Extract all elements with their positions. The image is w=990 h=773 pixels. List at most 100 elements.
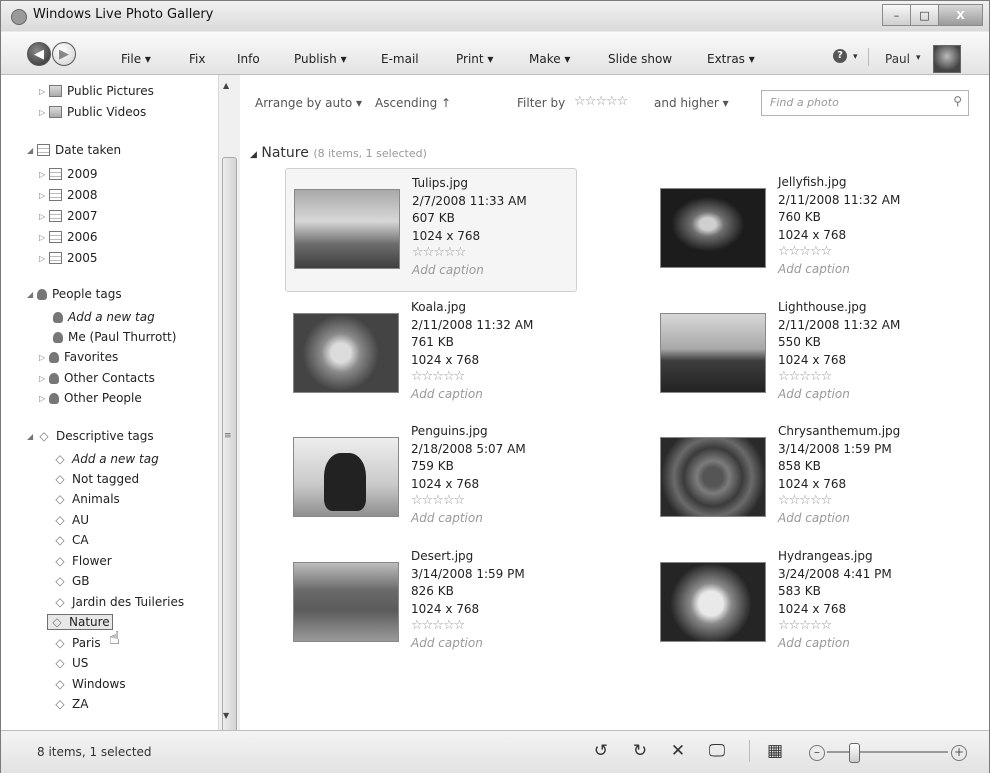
menu-info[interactable]: Info (237, 52, 260, 66)
add-caption-link[interactable]: Add caption (778, 261, 900, 279)
nav-tag-item[interactable]: ◇ AU (53, 513, 89, 527)
photo-tile[interactable]: Desert.jpg 3/14/2008 1:59 PM 826 KB 1024… (285, 542, 575, 664)
nav-item-year[interactable]: ▷ 2006 (39, 230, 98, 244)
photo-tile[interactable]: Chrysanthemum.jpg 3/14/2008 1:59 PM 858 … (652, 417, 942, 539)
expand-icon[interactable]: ▷ (39, 233, 49, 242)
help-caret-icon[interactable]: ▾ (853, 52, 858, 62)
rating-stars[interactable]: ☆☆☆☆☆ (411, 369, 533, 386)
rating-stars[interactable]: ☆☆☆☆☆ (778, 493, 900, 510)
nav-item-me[interactable]: Me (Paul Thurrott) (53, 330, 176, 344)
rotate-right-icon[interactable]: ↻ (630, 741, 650, 761)
add-caption-link[interactable]: Add caption (411, 635, 525, 653)
zoom-slider[interactable] (827, 751, 948, 753)
rating-stars[interactable]: ☆☆☆☆☆ (412, 245, 527, 262)
rotate-left-icon[interactable]: ↺ (591, 741, 611, 761)
nav-tag-item[interactable]: ◇ Windows (53, 677, 125, 691)
photo-thumbnail[interactable] (293, 562, 399, 642)
scroll-up-icon[interactable]: ▲ (223, 81, 229, 90)
nav-tag-item[interactable]: ◇ CA (53, 533, 88, 547)
collapse-icon[interactable]: ◢ (250, 150, 257, 160)
photo-thumbnail[interactable] (660, 313, 766, 393)
expand-icon[interactable]: ▷ (39, 254, 49, 263)
rating-stars[interactable]: ☆☆☆☆☆ (411, 618, 525, 635)
nav-scrollbar[interactable]: ▲ ≡ ▼ (218, 75, 241, 737)
nav-item-public-videos[interactable]: ▷ Public Videos (39, 105, 146, 119)
expand-icon[interactable]: ▷ (39, 394, 49, 403)
pane-resize-grip-icon[interactable]: ≡ (224, 431, 232, 441)
close-button[interactable]: X (938, 4, 983, 26)
expand-icon[interactable]: ▷ (39, 374, 49, 383)
menu-publish[interactable]: Publish ▾ (294, 52, 347, 66)
slideshow-icon[interactable]: 🖵 (707, 741, 727, 761)
ascending-toggle[interactable]: Ascending ↑ (375, 96, 451, 110)
nav-section-people-tags[interactable]: ◢ People tags (27, 287, 122, 301)
photo-tile[interactable]: Koala.jpg 2/11/2008 11:32 AM 761 KB 1024… (285, 293, 575, 415)
collapse-icon[interactable]: ◢ (27, 146, 37, 155)
search-box[interactable]: Find a photo ⚲ (761, 90, 969, 116)
avatar[interactable] (933, 45, 961, 73)
collapse-icon[interactable]: ◢ (27, 432, 37, 441)
nav-item-year[interactable]: ▷ 2009 (39, 167, 98, 181)
user-caret-icon[interactable]: ▾ (916, 53, 921, 63)
nav-item-not-tagged[interactable]: ◇ Not tagged (53, 472, 139, 486)
expand-icon[interactable]: ▷ (39, 212, 49, 221)
nav-tag-item[interactable]: ◇ Flower (53, 554, 111, 568)
help-icon[interactable]: ? (833, 49, 847, 63)
back-button[interactable]: ◀ (27, 42, 51, 66)
search-icon[interactable]: ⚲ (953, 94, 962, 108)
photo-tile[interactable]: Hydrangeas.jpg 3/24/2008 4:41 PM 583 KB … (652, 542, 942, 664)
add-caption-link[interactable]: Add caption (778, 386, 900, 404)
group-header[interactable]: ◢ Nature (8 items, 1 selected) (250, 145, 427, 161)
nav-item-other-contacts[interactable]: ▷ Other Contacts (39, 371, 155, 385)
scroll-thumb[interactable] (222, 157, 237, 737)
arrange-by-dropdown[interactable]: Arrange by auto ▾ (255, 96, 362, 110)
nav-tag-item[interactable]: ◇ US (53, 656, 88, 670)
add-caption-link[interactable]: Add caption (411, 386, 533, 404)
photo-thumbnail[interactable] (293, 313, 399, 393)
nav-item-year[interactable]: ▷ 2008 (39, 188, 98, 202)
nav-item-year[interactable]: ▷ 2007 (39, 209, 98, 223)
expand-icon[interactable]: ▷ (39, 191, 49, 200)
expand-icon[interactable]: ▷ (39, 87, 49, 96)
nav-tag-item[interactable]: ◇ ZA (53, 697, 88, 711)
zoom-in-icon[interactable]: + (951, 745, 967, 761)
nav-item-add-tag[interactable]: ◇ Add a new tag (53, 452, 158, 466)
forward-button[interactable]: ▶ (52, 42, 76, 66)
photo-tile[interactable]: Penguins.jpg 2/18/2008 5:07 AM 759 KB 10… (285, 417, 575, 539)
photo-thumbnail[interactable] (660, 437, 766, 517)
menu-extras[interactable]: Extras ▾ (707, 52, 755, 66)
nav-item-public-pictures[interactable]: ▷ Public Pictures (39, 84, 154, 98)
maximize-button[interactable]: □ (910, 4, 939, 26)
photo-thumbnail[interactable] (293, 437, 399, 517)
scroll-down-icon[interactable]: ▼ (223, 711, 229, 720)
nav-tag-item[interactable]: ◇ Animals (53, 492, 119, 506)
expand-icon[interactable]: ▷ (39, 108, 49, 117)
nav-tag-item-selected[interactable]: ◇ Nature (47, 614, 113, 630)
rating-stars[interactable]: ☆☆☆☆☆ (778, 369, 900, 386)
photo-thumbnail[interactable] (660, 188, 766, 268)
menu-make[interactable]: Make ▾ (529, 52, 570, 66)
zoom-slider-thumb[interactable] (849, 743, 860, 763)
rating-stars[interactable]: ☆☆☆☆☆ (778, 244, 900, 261)
menu-print[interactable]: Print ▾ (456, 52, 493, 66)
menu-slide-show[interactable]: Slide show (608, 52, 672, 66)
minimize-button[interactable]: – (882, 4, 911, 26)
and-higher-dropdown[interactable]: and higher ▾ (654, 96, 729, 110)
collapse-icon[interactable]: ◢ (27, 290, 37, 299)
nav-item-other-people[interactable]: ▷ Other People (39, 391, 142, 405)
photo-thumbnail[interactable] (294, 189, 400, 269)
expand-icon[interactable]: ▷ (39, 170, 49, 179)
nav-item-year[interactable]: ▷ 2005 (39, 251, 98, 265)
menu-file[interactable]: File ▾ (121, 52, 151, 66)
rating-stars[interactable]: ☆☆☆☆☆ (778, 618, 892, 635)
photo-thumbnail[interactable] (660, 562, 766, 642)
add-caption-link[interactable]: Add caption (778, 635, 892, 653)
nav-section-date-taken[interactable]: ◢ Date taken (27, 143, 121, 157)
add-caption-link[interactable]: Add caption (778, 510, 900, 528)
rating-stars[interactable]: ☆☆☆☆☆ (411, 493, 526, 510)
nav-tag-item[interactable]: ◇ Jardin des Tuileries (53, 595, 184, 609)
delete-icon[interactable]: ✕ (668, 741, 688, 761)
photo-tile-selected[interactable]: Tulips.jpg 2/7/2008 11:33 AM 607 KB 1024… (285, 168, 577, 292)
view-grid-icon[interactable]: ▦ (765, 741, 785, 761)
nav-tag-item[interactable]: ◇ Paris (53, 636, 100, 650)
